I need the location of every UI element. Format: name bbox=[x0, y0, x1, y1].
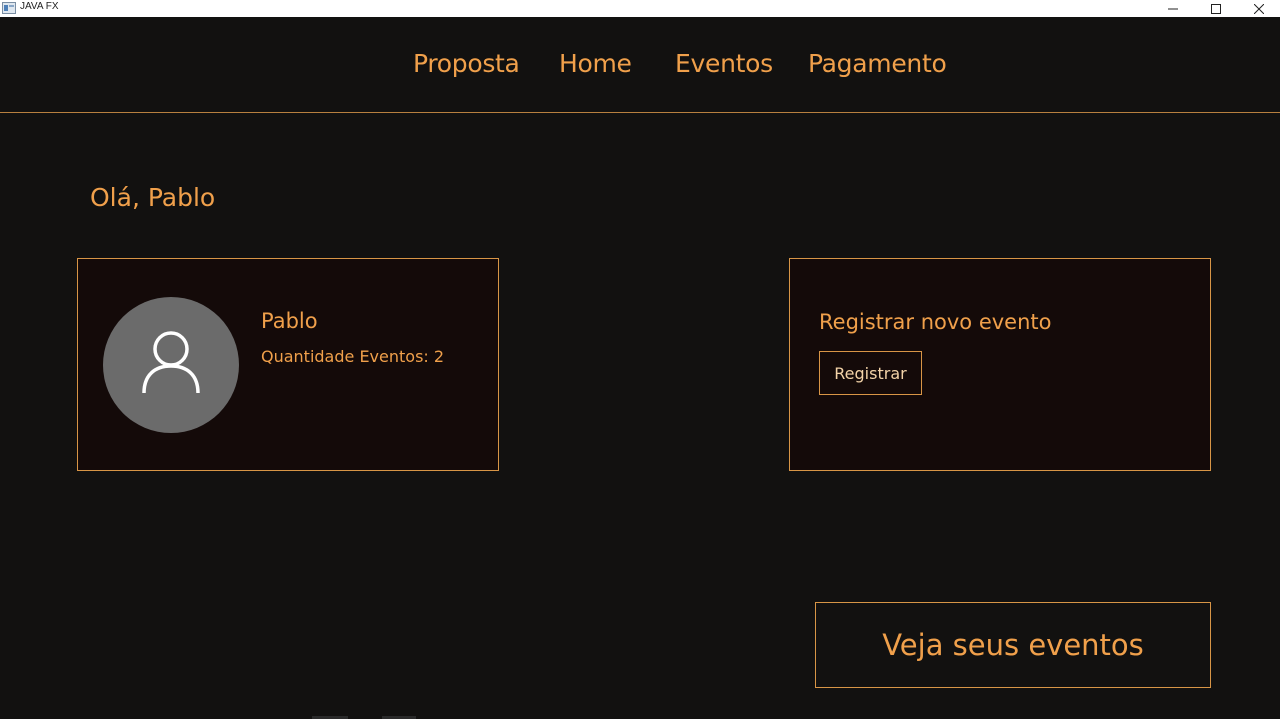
nav-item-home[interactable]: Home bbox=[559, 49, 632, 78]
view-events-button[interactable]: Veja seus eventos bbox=[815, 602, 1211, 688]
greeting-heading: Olá, Pablo bbox=[90, 183, 216, 212]
minimize-button[interactable] bbox=[1150, 0, 1196, 17]
profile-card: Pablo Quantidade Eventos: 2 bbox=[77, 258, 499, 471]
java-app-icon bbox=[2, 1, 16, 14]
close-icon bbox=[1253, 0, 1265, 18]
window-title-bar: JAVA FX bbox=[0, 0, 1280, 17]
window-title: JAVA FX bbox=[20, 1, 59, 12]
nav-item-pagamento[interactable]: Pagamento bbox=[808, 49, 947, 78]
nav-item-proposta[interactable]: Proposta bbox=[413, 49, 520, 78]
close-button[interactable] bbox=[1236, 0, 1280, 17]
profile-name: Pablo bbox=[261, 309, 318, 333]
maximize-icon bbox=[1211, 0, 1221, 18]
avatar bbox=[103, 297, 239, 433]
minimize-icon bbox=[1168, 0, 1178, 18]
user-icon bbox=[141, 330, 201, 400]
main-nav: Proposta Home Eventos Pagamento bbox=[0, 17, 1280, 113]
nav-item-eventos[interactable]: Eventos bbox=[675, 49, 773, 78]
maximize-button[interactable] bbox=[1193, 0, 1239, 17]
register-event-title: Registrar novo evento bbox=[819, 310, 1052, 334]
event-count-label: Quantidade Eventos: 2 bbox=[261, 347, 445, 366]
register-event-card: Registrar novo evento Registrar bbox=[789, 258, 1211, 471]
register-button[interactable]: Registrar bbox=[819, 351, 922, 395]
